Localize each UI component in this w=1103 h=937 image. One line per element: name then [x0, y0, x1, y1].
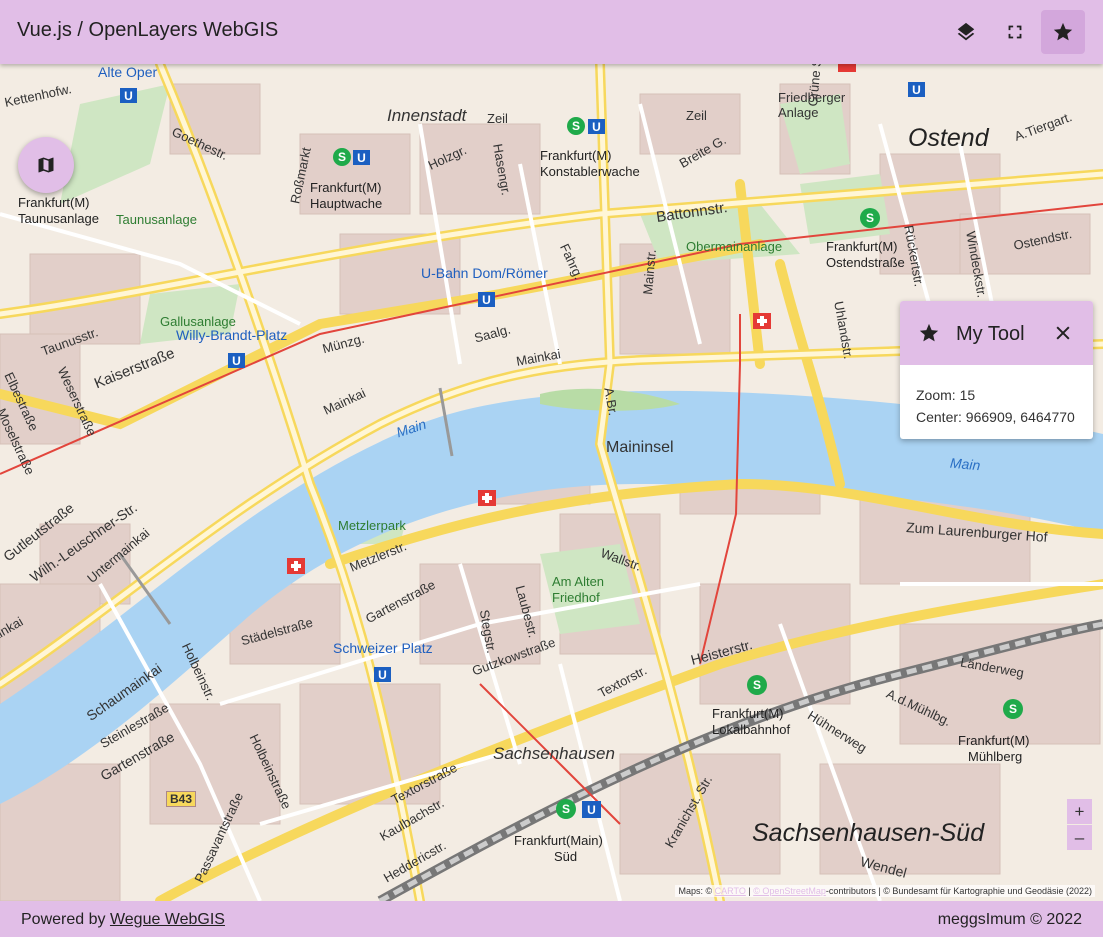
app-footer: Powered by Wegue WebGIS meggsImum © 2022: [0, 901, 1103, 937]
svg-text:U: U: [378, 668, 387, 682]
powered-by: Powered by Wegue WebGIS: [21, 911, 225, 929]
svg-text:S: S: [1009, 702, 1017, 716]
attribution-carto-link[interactable]: CARTO: [715, 886, 746, 896]
my-tool-panel: My Tool Zoom: 15 Center: 966909, 6464770: [900, 301, 1093, 439]
svg-text:U: U: [357, 151, 366, 165]
map-icon: [38, 157, 54, 173]
attribution-rest: -contributors | © Bundesamt für Kartogra…: [825, 886, 1092, 896]
copyright: meggsImum © 2022: [937, 911, 1082, 928]
app-toolbar: Vue.js / OpenLayers WebGIS: [0, 0, 1103, 64]
transit-markers: U U S U S U S U U U S S S U: [120, 64, 1023, 819]
zoom-out-button[interactable]: –: [1067, 825, 1092, 850]
svg-text:S: S: [753, 678, 761, 692]
svg-text:U: U: [912, 83, 921, 97]
zoom-control: + –: [1067, 799, 1092, 851]
svg-text:S: S: [866, 211, 874, 225]
svg-text:U: U: [587, 803, 596, 817]
u-bahn-marker: U: [588, 119, 605, 134]
u-bahn-marker: U: [374, 667, 391, 682]
fullscreen-icon: [1008, 25, 1022, 39]
svg-text:S: S: [562, 802, 570, 816]
s-bahn-marker: S: [556, 799, 576, 819]
map-view[interactable]: Ostend Innenstadt Sachsenhausen Sachsenh…: [0, 64, 1103, 901]
zoom-readout: Zoom: 15: [916, 387, 976, 403]
s-bahn-marker: S: [567, 117, 585, 135]
map-fab-button[interactable]: [18, 137, 74, 193]
svg-text:U: U: [124, 89, 133, 103]
star-icon: [919, 323, 939, 342]
fullscreen-button[interactable]: [993, 10, 1037, 54]
app-title: Vue.js / OpenLayers WebGIS: [17, 19, 279, 41]
s-bahn-marker: S: [860, 208, 880, 228]
my-tool-body: Zoom: 15 Center: 966909, 6464770: [900, 365, 1093, 428]
u-bahn-marker: U: [478, 292, 495, 307]
svg-text:S: S: [338, 150, 346, 164]
u-bahn-marker: U: [582, 801, 601, 818]
u-bahn-marker: U: [353, 150, 370, 165]
my-tool-title: My Tool: [956, 323, 1025, 345]
layers-button[interactable]: [944, 10, 988, 54]
my-tool-header: My Tool: [900, 301, 1093, 365]
wegue-link[interactable]: Wegue WebGIS: [110, 911, 225, 928]
attribution-osm-link[interactable]: © OpenStreetMap: [753, 886, 826, 896]
zoom-in-button[interactable]: +: [1067, 799, 1092, 824]
hospital-markers: [287, 64, 856, 574]
star-icon: [1053, 22, 1073, 41]
svg-text:S: S: [572, 119, 580, 133]
svg-text:U: U: [482, 293, 491, 307]
s-bahn-marker: S: [333, 148, 351, 166]
s-bahn-marker: S: [747, 675, 767, 695]
svg-text:U: U: [592, 120, 601, 134]
u-bahn-marker: U: [120, 88, 137, 103]
map-attribution: Maps: © CARTO | © OpenStreetMap-contribu…: [675, 885, 1095, 897]
layers-icon: [957, 22, 975, 41]
u-bahn-marker: U: [228, 353, 245, 368]
attribution-sep: |: [748, 886, 751, 896]
my-tool-button[interactable]: [1041, 10, 1085, 54]
s-bahn-marker: S: [1003, 699, 1023, 719]
center-readout: Center: 966909, 6464770: [916, 409, 1075, 425]
svg-text:U: U: [232, 354, 241, 368]
close-icon[interactable]: [1053, 323, 1073, 343]
u-bahn-marker: U: [908, 82, 925, 97]
attribution-prefix: Maps: ©: [678, 886, 713, 896]
powered-prefix: Powered by: [21, 911, 106, 928]
